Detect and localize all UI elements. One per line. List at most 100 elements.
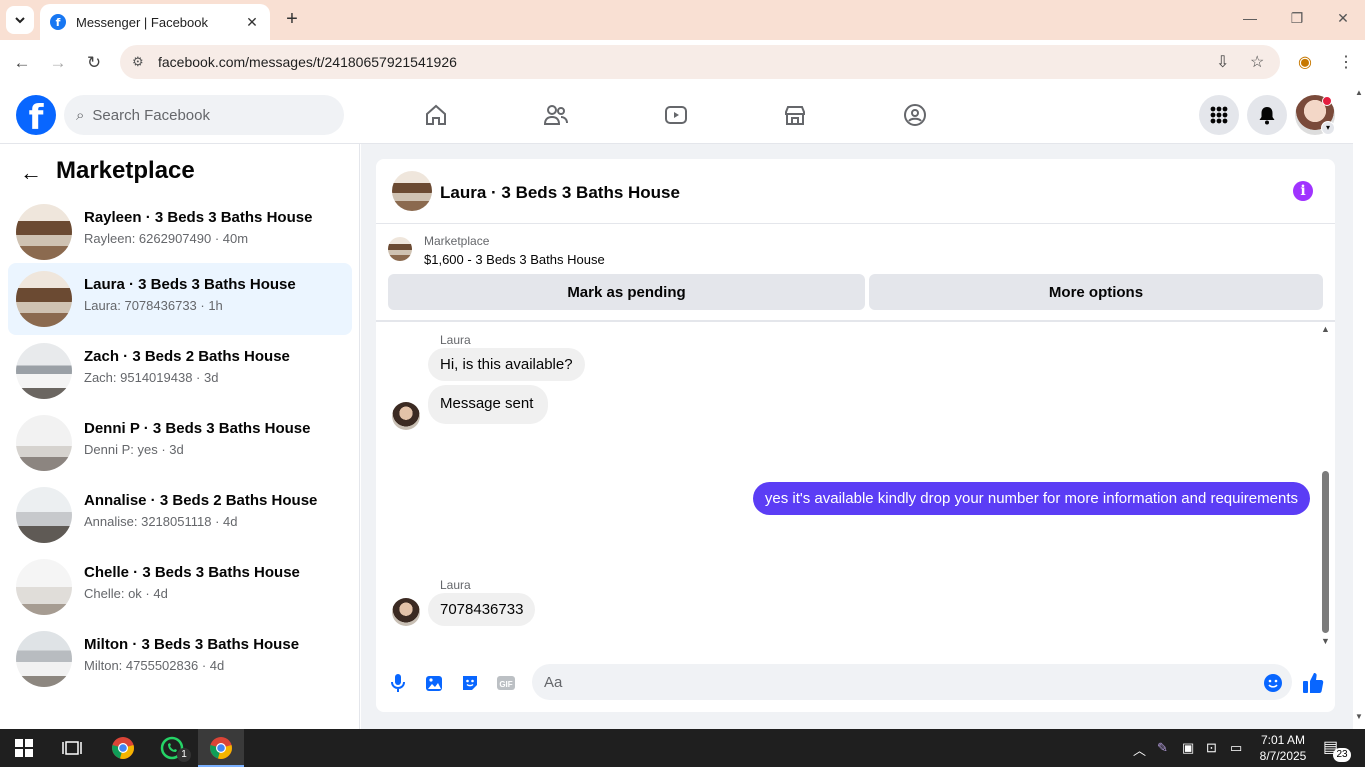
microphone-icon[interactable] [386, 671, 410, 695]
conversation-preview: Rayleen: 6262907490 · 40m [84, 231, 249, 246]
chat-title[interactable]: Laura · 3 Beds 3 Baths House [440, 183, 680, 203]
conversation-name: Annalise · 3 Beds 2 Baths House [84, 492, 318, 509]
pen-icon[interactable]: ✎ [1157, 740, 1168, 756]
conversation-name: Laura · 3 Beds 3 Baths House [84, 276, 296, 293]
gif-icon[interactable]: GIF [494, 671, 518, 695]
friends-icon[interactable] [541, 100, 571, 130]
listing-thumbnail[interactable] [392, 171, 432, 211]
battery-icon[interactable]: ▭ [1230, 740, 1242, 756]
browser-tab[interactable]: f Messenger | Facebook ✕ [40, 4, 270, 40]
notifications-bell-icon[interactable] [1247, 95, 1287, 135]
reload-icon[interactable]: ↻ [83, 52, 105, 74]
emoji-icon[interactable] [1261, 671, 1285, 695]
url-text[interactable]: facebook.com/messages/t/2418065792154192… [158, 54, 457, 70]
sender-name: Laura [440, 578, 471, 592]
listing-label: Marketplace [424, 234, 490, 248]
thumbs-up-icon[interactable] [1301, 671, 1325, 695]
facebook-logo-icon[interactable]: f [16, 95, 56, 135]
windows-start-icon[interactable] [10, 734, 38, 762]
sender-name: Laura [440, 333, 471, 347]
sender-avatar[interactable] [392, 598, 420, 626]
scrollbar-thumb[interactable] [1322, 471, 1329, 633]
scroll-up-icon[interactable]: ▲ [1355, 88, 1363, 97]
forward-icon[interactable]: → [47, 52, 69, 74]
restore-icon[interactable]: ❐ [1287, 10, 1307, 27]
network-icon[interactable]: ⊡ [1206, 740, 1217, 756]
scroll-down-icon[interactable]: ▼ [1355, 712, 1363, 721]
address-bar[interactable]: ⚙ facebook.com/messages/t/24180657921541… [120, 45, 1280, 79]
more-options-button[interactable]: More options [869, 274, 1323, 310]
message-bubble-incoming[interactable]: 7078436733 [428, 593, 536, 626]
minimize-icon[interactable]: — [1240, 10, 1260, 26]
show-hidden-icons[interactable]: ︿ [1133, 740, 1146, 759]
chrome-active-icon[interactable] [207, 734, 235, 762]
conversation-preview: Laura: 7078436733 · 1h [84, 298, 223, 313]
listing-thumbnail [16, 204, 72, 260]
conversation-name: Zach · 3 Beds 2 Baths House [84, 348, 290, 365]
profile-icon[interactable]: ◉ [1298, 52, 1312, 72]
message-input[interactable] [544, 673, 1244, 691]
message-bubble-incoming[interactable]: Hi, is this available? [428, 348, 585, 381]
chevron-down-icon [15, 17, 25, 24]
marketplace-icon[interactable] [780, 100, 810, 130]
conversation-name: Milton · 3 Beds 3 Baths House [84, 636, 300, 653]
conversation-preview: Milton: 4755502836 · 4d [84, 658, 225, 673]
conversation-item[interactable]: Rayleen · 3 Beds 3 Baths House Rayleen: … [8, 196, 352, 268]
scroll-down-icon[interactable]: ▼ [1321, 636, 1330, 646]
message-input-box[interactable] [532, 664, 1292, 700]
browser-menu-icon[interactable]: ⋮ [1338, 52, 1354, 72]
sticker-icon[interactable] [458, 671, 482, 695]
bookmark-star-icon[interactable]: ☆ [1250, 52, 1264, 72]
listing-thumbnail [16, 343, 72, 399]
notification-count-badge: 23 [1333, 748, 1351, 762]
conversation-name: Rayleen · 3 Beds 3 Baths House [84, 209, 313, 226]
listing-thumbnail [16, 559, 72, 615]
account-chevron-icon[interactable]: ▾ [1321, 121, 1335, 135]
listing-thumbnail [16, 271, 72, 327]
message-bubble-outgoing[interactable]: yes it's available kindly drop your numb… [752, 482, 1310, 515]
search-icon: ⌕ [76, 106, 85, 124]
windows-taskbar: 1 ︿ ✎ ▣ ⊡ ▭ 7:01 AM 8/7/2025 ▤ 23 [0, 729, 1365, 767]
listing-thumbnail [16, 631, 72, 687]
back-icon[interactable]: ← [11, 52, 33, 74]
browser-tab-bar: f Messenger | Facebook ✕ + — ❐ ✕ [0, 0, 1365, 40]
facebook-search[interactable]: ⌕ [64, 95, 344, 135]
system-clock[interactable]: 7:01 AM 8/7/2025 [1255, 732, 1311, 764]
conversation-item[interactable]: Chelle · 3 Beds 3 Baths House Chelle: ok… [8, 551, 352, 623]
search-input[interactable] [92, 106, 313, 124]
video-icon[interactable] [661, 100, 691, 130]
message-composer: GIF [376, 659, 1335, 709]
back-arrow-icon[interactable]: ← [20, 160, 42, 186]
message-thread: Laura Hi, is this available? Message sen… [376, 322, 1335, 652]
conversation-item[interactable]: Milton · 3 Beds 3 Baths House Milton: 47… [8, 623, 352, 695]
listing-title[interactable]: $1,600 - 3 Beds 3 Baths House [424, 252, 605, 267]
photo-icon[interactable] [422, 671, 446, 695]
new-tab-button[interactable]: + [280, 8, 304, 32]
conversation-preview: Zach: 9514019438 · 3d [84, 370, 219, 385]
mark-as-pending-button[interactable]: Mark as pending [388, 274, 865, 310]
tab-search-button[interactable] [6, 6, 34, 34]
close-window-icon[interactable]: ✕ [1333, 10, 1353, 27]
message-bubble-incoming[interactable]: Message sent [428, 385, 549, 424]
gaming-icon[interactable] [900, 100, 930, 130]
install-app-icon[interactable]: ⇩ [1216, 52, 1229, 72]
site-info-icon[interactable]: ⚙ [132, 54, 150, 70]
scroll-up-icon[interactable]: ▲ [1321, 324, 1330, 334]
browser-toolbar: ← → ↻ ⚙ facebook.com/messages/t/24180657… [0, 40, 1365, 86]
menu-grid-icon[interactable] [1199, 95, 1239, 135]
listing-thumbnail [16, 415, 72, 471]
conversation-item-active[interactable]: Laura · 3 Beds 3 Baths House Laura: 7078… [8, 263, 352, 335]
sender-avatar[interactable] [392, 402, 420, 430]
info-icon[interactable]: i [1293, 181, 1313, 201]
conversation-item[interactable]: Denni P · 3 Beds 3 Baths House Denni P: … [8, 407, 352, 479]
conversation-item[interactable]: Annalise · 3 Beds 2 Baths House Annalise… [8, 479, 352, 551]
meet-now-icon[interactable]: ▣ [1182, 740, 1194, 756]
close-tab-icon[interactable]: ✕ [244, 14, 260, 31]
notification-dot [1322, 96, 1332, 106]
tab-title: Messenger | Facebook [76, 14, 208, 30]
page-scrollbar[interactable]: ▲ ▼ [1353, 86, 1365, 729]
task-view-icon[interactable] [58, 734, 86, 762]
home-icon[interactable] [421, 100, 451, 130]
conversation-item[interactable]: Zach · 3 Beds 2 Baths House Zach: 951401… [8, 335, 352, 407]
chrome-icon[interactable] [109, 734, 137, 762]
